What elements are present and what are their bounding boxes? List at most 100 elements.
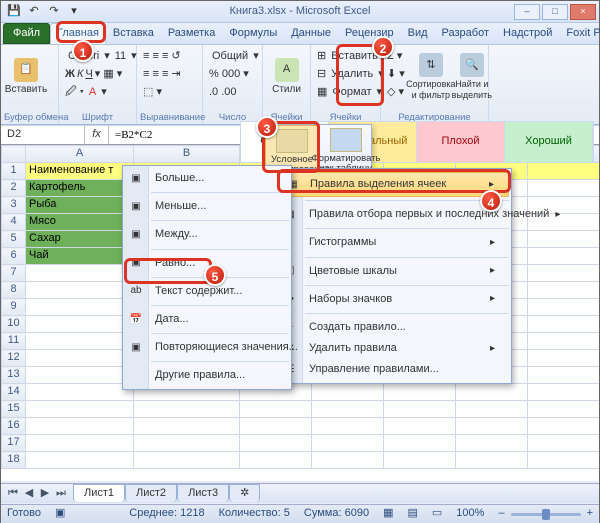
view-layout-icon[interactable]: ▤: [407, 507, 417, 520]
fx-icon[interactable]: fx: [85, 126, 109, 144]
menu-top-bottom-rules[interactable]: ▦Правила отбора первых и последних значе…: [277, 204, 511, 225]
align-merge[interactable]: ⬚ ▾: [140, 84, 165, 102]
cell-A3[interactable]: Рыба: [26, 197, 134, 214]
tab-layout[interactable]: Разметка: [161, 23, 223, 44]
align-top-row[interactable]: ≡ ≡ ≡ ↺: [140, 48, 184, 66]
name-box[interactable]: D2: [1, 126, 85, 143]
menu-date-occurring[interactable]: 📅Дата...: [123, 309, 291, 330]
group-font-label: Шрифт: [62, 111, 133, 123]
col-B[interactable]: B: [134, 146, 240, 163]
menu-more-rules[interactable]: Другие правила...: [123, 365, 291, 386]
sheet-nav-first[interactable]: ⏮: [5, 487, 21, 500]
tab-data[interactable]: Данные: [284, 23, 338, 44]
view-break-icon[interactable]: ▭: [432, 507, 442, 520]
tab-developer[interactable]: Разработ: [435, 23, 496, 44]
menu-less-than[interactable]: ▣Меньше...: [123, 196, 291, 217]
find-select-button[interactable]: 🔍 Найти и выделить: [454, 48, 490, 106]
close-button[interactable]: ×: [570, 4, 596, 20]
number-row3[interactable]: .0 .00: [206, 84, 240, 102]
menu-between[interactable]: ▣Между...: [123, 224, 291, 245]
row-2[interactable]: 2: [2, 180, 26, 197]
tab-insert[interactable]: Вставка: [106, 23, 161, 44]
clear-button[interactable]: ◇ ▾: [384, 84, 408, 102]
menu-manage-rules[interactable]: ☰Управление правилами...: [277, 359, 511, 380]
cells-delete[interactable]: ⊟ Удалить ▾: [314, 66, 387, 84]
zoom-level[interactable]: 100%: [456, 507, 484, 520]
cell-A4[interactable]: Мясо: [26, 214, 134, 231]
tab-view[interactable]: Вид: [401, 23, 435, 44]
select-all[interactable]: [2, 146, 26, 163]
conditional-formatting-icon: [276, 129, 308, 153]
menu-greater-than[interactable]: ▣Больше...: [123, 168, 291, 189]
tab-addins[interactable]: Надстрой: [496, 23, 559, 44]
col-A[interactable]: A: [26, 146, 134, 163]
save-icon[interactable]: 💾: [5, 3, 23, 21]
row-4[interactable]: 4: [2, 214, 26, 231]
sheet-tab-3[interactable]: Лист3: [177, 484, 229, 502]
sheet-nav-prev[interactable]: ◀: [21, 487, 37, 500]
cell-A2[interactable]: Картофель: [26, 180, 134, 197]
window-buttons: – □ ×: [514, 4, 599, 20]
fill-button[interactable]: ⬇ ▾: [384, 66, 408, 84]
sheet-tab-2[interactable]: Лист2: [125, 484, 177, 502]
sheet-tab-new[interactable]: ✲: [229, 484, 260, 502]
row-1[interactable]: 1: [2, 163, 26, 180]
undo-icon[interactable]: ↶: [25, 3, 43, 21]
menu-highlight-cells-rules[interactable]: ▦Правила выделения ячеек▸: [279, 172, 509, 197]
styles-button[interactable]: A Стили: [266, 48, 307, 106]
menu-new-rule[interactable]: ✦Создать правило...: [277, 317, 511, 338]
status-average: Среднее: 1218: [129, 507, 204, 520]
styles-icon: A: [275, 58, 299, 82]
menu-text-contains[interactable]: abТекст содержит...: [123, 281, 291, 302]
style-good[interactable]: Хороший: [505, 122, 593, 162]
status-count: Количество: 5: [219, 507, 290, 520]
cell-A6[interactable]: Чай: [26, 248, 134, 265]
sheet-nav-last[interactable]: ⏭: [53, 487, 69, 500]
menu-clear-rules[interactable]: ✖Удалить правила▸: [277, 338, 511, 359]
status-rec-icon[interactable]: ▣: [55, 507, 65, 520]
status-ready: Готово: [7, 507, 41, 520]
tab-file[interactable]: Файл: [3, 23, 50, 44]
number-format-combo[interactable]: Общий ▾: [206, 48, 262, 66]
sort-filter-button[interactable]: ⇅ Сортировка и фильтр: [411, 48, 451, 106]
callout-2: 2: [372, 36, 394, 58]
sheet-tab-bar: ⏮ ◀ ▶ ⏭ Лист1 Лист2 Лист3 ✲: [1, 483, 599, 503]
format-table-icon: [330, 128, 362, 152]
status-sum: Сумма: 6090: [304, 507, 369, 520]
row-5[interactable]: 5: [2, 231, 26, 248]
group-clipboard-label: Буфер обмена: [4, 111, 55, 123]
zoom-slider[interactable]: [511, 513, 581, 516]
zoom-out[interactable]: –: [498, 507, 504, 520]
group-align-label: Выравнивание: [140, 111, 199, 123]
menu-color-scales[interactable]: ◧Цветовые шкалы▸: [277, 261, 511, 282]
sheet-tab-1[interactable]: Лист1: [73, 484, 125, 502]
zoom-in[interactable]: +: [587, 507, 593, 520]
maximize-button[interactable]: □: [542, 4, 568, 20]
minimize-button[interactable]: –: [514, 4, 540, 20]
menu-data-bars[interactable]: ▮Гистограммы▸: [277, 232, 511, 253]
tab-foxit[interactable]: Foxit PDF: [559, 23, 600, 44]
cells-format[interactable]: ▦ Формат ▾: [314, 84, 385, 102]
align-mid-row[interactable]: ≡ ≡ ≡ ⇥: [140, 66, 184, 84]
callout-4: 4: [480, 190, 502, 212]
excel-window: 💾 ↶ ↷ ▾ Книга3.xlsx - Microsoft Excel – …: [0, 0, 600, 523]
style-bad[interactable]: Плохой: [417, 122, 505, 162]
font-style-row[interactable]: Ж К Ч ▾ ▦ ▾: [62, 66, 125, 84]
redo-icon[interactable]: ↷: [45, 3, 63, 21]
titlebar: 💾 ↶ ↷ ▾ Книга3.xlsx - Microsoft Excel – …: [1, 1, 599, 23]
sheet-nav-next[interactable]: ▶: [37, 487, 53, 500]
menu-duplicate-values[interactable]: ▣Повторяющиеся значения...: [123, 337, 291, 358]
callout-1: 1: [72, 40, 94, 62]
view-normal-icon[interactable]: ▦: [383, 507, 393, 520]
tab-formulas[interactable]: Формулы: [222, 23, 284, 44]
row-3[interactable]: 3: [2, 197, 26, 214]
cell-A5[interactable]: Сахар: [26, 231, 134, 248]
number-row2[interactable]: % 000 ▾: [206, 66, 252, 84]
row-6[interactable]: 6: [2, 248, 26, 265]
cell-A1[interactable]: Наименование т: [26, 163, 134, 180]
paste-button[interactable]: 📋 Вставить: [4, 48, 48, 106]
font-color-row[interactable]: 🖉 ▾ A ▾: [62, 84, 110, 102]
menu-icon-sets[interactable]: ◆Наборы значков▸: [277, 289, 511, 310]
sort-icon: ⇅: [419, 53, 443, 77]
qat-more-icon[interactable]: ▾: [65, 3, 83, 21]
